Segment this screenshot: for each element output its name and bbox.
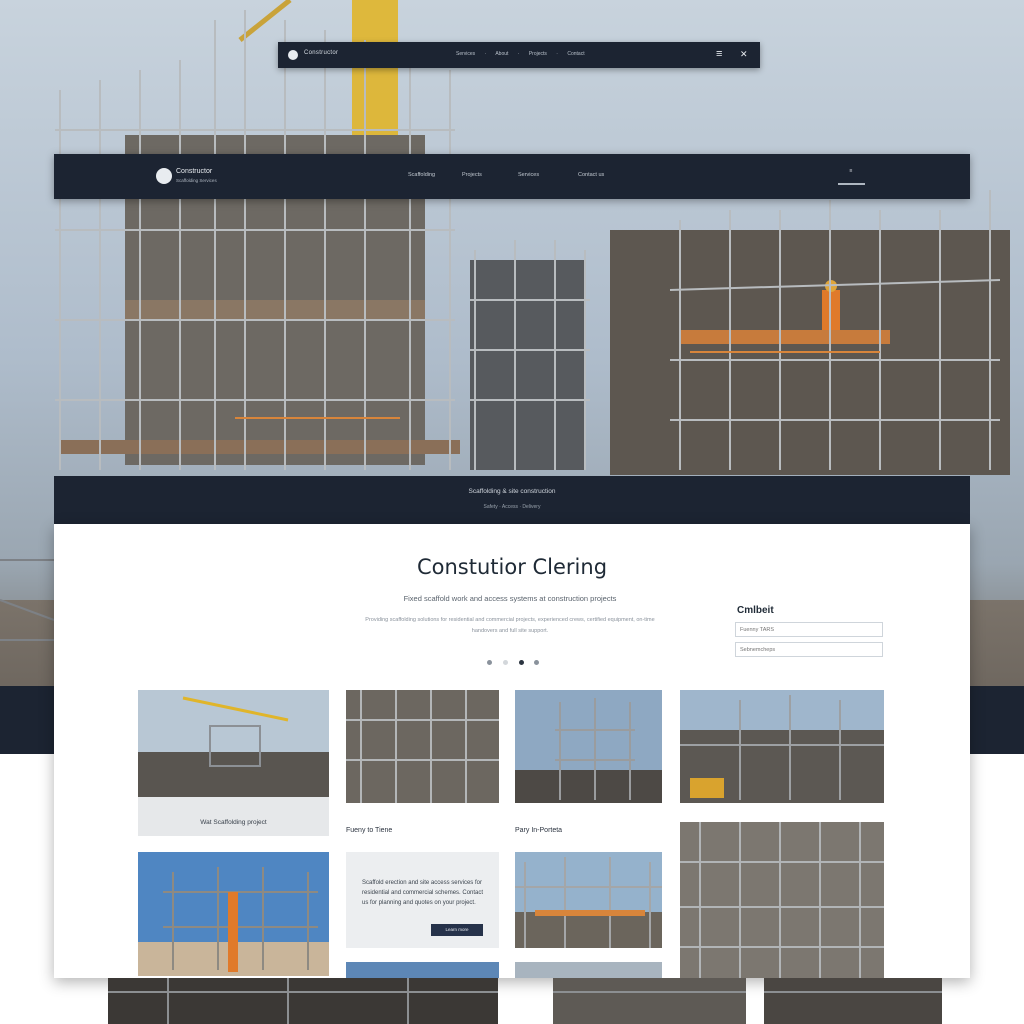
main-navbar: Constructor Scaffolding Services Scaffol… (54, 154, 970, 199)
gallery-image-partial-1[interactable] (346, 962, 499, 978)
contact-heading: Cmlbeit (737, 605, 774, 616)
nav-item-scaffolding[interactable]: Scaffolding (408, 172, 435, 178)
band-headline: Scaffolding & site construction (468, 488, 556, 495)
page-description: Providing scaffolding solutions for resi… (365, 617, 655, 634)
gallery-image-scaffold-2[interactable] (346, 690, 499, 803)
contact-name-input[interactable] (735, 622, 883, 637)
top-bar-brand[interactable]: Constructor (304, 50, 338, 56)
nav-item-services[interactable]: Services (518, 172, 539, 178)
carousel-dot-4[interactable] (534, 660, 539, 665)
hero-band: Scaffolding & site construction Safety ·… (54, 476, 970, 524)
gallery-caption-box: Wat Scaffolding project (138, 797, 329, 836)
band-subline: Safety · Access · Delivery (483, 504, 541, 510)
info-text: Scaffold erection and site access servic… (362, 880, 484, 906)
contact-email-input[interactable] (735, 642, 883, 657)
gallery-caption-3: Pary In-Porteta (515, 827, 563, 834)
footer-image-1 (108, 978, 498, 1024)
footer-image-3 (764, 978, 942, 1024)
nav-item-projects[interactable]: Projects (462, 172, 482, 178)
info-text-card: Scaffold erection and site access servic… (346, 852, 499, 948)
page-title: Constutior Clering (416, 555, 608, 579)
gallery-image-scaffold-3[interactable] (515, 690, 662, 803)
menu-button-underline (838, 183, 865, 185)
gallery-image-scaffold-7[interactable] (680, 822, 884, 978)
hamburger-icon[interactable]: ≡ (716, 48, 722, 60)
brand-name[interactable]: Constructor (176, 168, 212, 175)
carousel-dot-2[interactable] (503, 660, 508, 665)
brand-logo-icon[interactable] (156, 168, 172, 184)
gallery-image-crane[interactable] (138, 690, 329, 797)
gallery-image-scaffold-4[interactable] (680, 690, 884, 803)
learn-more-button[interactable]: Learn more (431, 924, 483, 936)
carousel-dot-1[interactable] (487, 660, 492, 665)
footer-image-2 (553, 978, 746, 1024)
gallery-caption-2: Fueny to Tiene (346, 827, 393, 834)
close-icon[interactable]: ✕ (740, 49, 748, 60)
carousel-dot-3[interactable] (519, 660, 524, 665)
gallery-image-partial-2[interactable] (515, 962, 662, 978)
brand-subtitle: Scaffolding Services (176, 178, 217, 183)
gallery-caption-1: Wat Scaffolding project (200, 819, 267, 826)
right-dark-strip (970, 686, 1024, 754)
logo-icon (288, 50, 298, 60)
nav-item-contact[interactable]: Contact us (578, 172, 604, 178)
top-bar-links[interactable]: Services · About · Projects · Contact (456, 51, 585, 57)
page-tagline: Fixed scaffold work and access systems a… (403, 594, 617, 603)
top-bar: Constructor Services · About · Projects … (278, 42, 760, 68)
gallery-image-scaffold-5[interactable] (138, 852, 329, 976)
gallery-image-scaffold-6[interactable] (515, 852, 662, 948)
left-dark-strip (0, 686, 54, 754)
